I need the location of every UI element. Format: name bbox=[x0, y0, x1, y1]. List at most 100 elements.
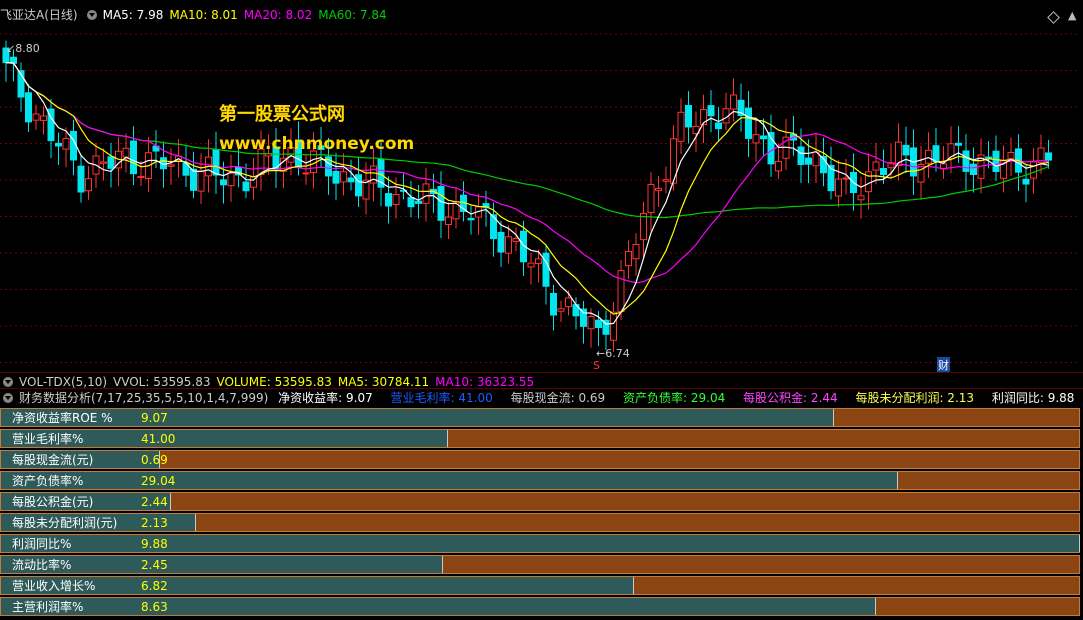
metric-row: 流动比率% 2.45 bbox=[0, 555, 1080, 574]
metric-value: 41.00 bbox=[141, 432, 176, 446]
candle-body bbox=[25, 92, 32, 123]
candle-body bbox=[340, 171, 347, 183]
candle-body bbox=[955, 142, 962, 146]
candle-body bbox=[640, 212, 647, 241]
candle-body bbox=[227, 172, 235, 187]
candle-body bbox=[647, 184, 655, 214]
vvol-label: VVOL: 53595.83 bbox=[113, 375, 211, 389]
ma20-label: MA20: 8.02 bbox=[243, 8, 313, 22]
stock-name[interactable]: 飞亚达A bbox=[0, 8, 44, 22]
candle-body bbox=[985, 156, 992, 159]
candle-body bbox=[932, 145, 940, 162]
candle-body bbox=[535, 258, 542, 265]
candle-body bbox=[385, 193, 392, 207]
candle-body bbox=[197, 170, 205, 192]
metric-row: 主营利润率% 8.63 bbox=[0, 597, 1080, 616]
candle-body bbox=[595, 319, 602, 328]
s-marker[interactable]: S bbox=[593, 359, 600, 372]
candle-body bbox=[62, 137, 70, 150]
candle-body bbox=[970, 163, 977, 175]
metric-fill bbox=[1, 577, 634, 594]
candle-body bbox=[677, 111, 685, 142]
candle-body bbox=[1022, 178, 1030, 185]
ma5-label: MA5: 7.98 bbox=[102, 8, 164, 22]
up-arrow-icon[interactable]: ▲ bbox=[1068, 9, 1076, 22]
metric-label: 营业收入增长% bbox=[12, 579, 96, 593]
metric-value: 0.69 bbox=[141, 453, 168, 467]
fin-item: 每股公积金: 2.44 bbox=[743, 391, 838, 405]
ma60-line bbox=[5, 62, 1049, 219]
candle-body bbox=[587, 316, 595, 330]
candle-body bbox=[505, 236, 512, 254]
candle-body bbox=[122, 147, 130, 158]
vol-name[interactable]: VOL-TDX(5,10) bbox=[19, 375, 107, 389]
metric-value: 9.88 bbox=[141, 537, 168, 551]
metric-row: 资产负债率% 29.04 bbox=[0, 471, 1080, 490]
metric-label: 资产负债率% bbox=[12, 474, 84, 488]
candle-body bbox=[707, 105, 715, 117]
metric-label: 每股未分配利润(元) bbox=[12, 516, 118, 530]
candle-body bbox=[437, 185, 445, 221]
candle-body bbox=[857, 195, 865, 201]
candle-body bbox=[872, 161, 880, 171]
fin-item: 每股现金流: 0.69 bbox=[510, 391, 606, 405]
candle-body bbox=[467, 217, 475, 221]
candle-body bbox=[40, 115, 47, 121]
metric-label: 利润同比% bbox=[12, 537, 72, 551]
metric-row: 利润同比% 9.88 bbox=[0, 534, 1080, 553]
vol-ma10-label: MA10: 36323.55 bbox=[435, 375, 535, 389]
candle-body bbox=[355, 174, 362, 197]
metric-label: 主营利润率% bbox=[12, 600, 84, 614]
metric-value: 2.45 bbox=[141, 558, 168, 572]
candle-body bbox=[407, 197, 415, 208]
dropdown-icon[interactable] bbox=[3, 393, 13, 403]
metric-value: 2.44 bbox=[141, 495, 168, 509]
candle-body bbox=[662, 179, 670, 182]
candle-body bbox=[347, 177, 355, 183]
candle-body bbox=[580, 308, 587, 327]
period-label[interactable]: (日线) bbox=[44, 8, 77, 22]
price-header: 飞亚达A(日线) MA5: 7.98 MA10: 8.01 MA20: 8.02 MA6… bbox=[0, 6, 393, 24]
candle-body bbox=[835, 178, 842, 197]
candle-body bbox=[610, 311, 617, 341]
candle-body bbox=[445, 216, 452, 226]
candle-body bbox=[565, 297, 572, 308]
metric-fill bbox=[1, 409, 835, 426]
candle-body bbox=[992, 150, 1000, 173]
fin-item: 营业毛利率: 41.00 bbox=[390, 391, 493, 405]
candle-body bbox=[32, 113, 40, 121]
metric-value: 9.07 bbox=[141, 411, 168, 425]
candle-body bbox=[242, 181, 250, 192]
metric-row: 每股现金流(元) 0.69 bbox=[0, 450, 1080, 469]
ma60-label: MA60: 7.84 bbox=[318, 8, 387, 22]
dropdown-icon[interactable] bbox=[86, 10, 97, 20]
candle-body bbox=[775, 160, 782, 172]
fin-name[interactable]: 财务数据分析(7,17,25,35,5,5,10,1,4,7,999) bbox=[19, 391, 268, 405]
metric-fill bbox=[1, 598, 877, 615]
watermark-title: 第一股票公式网 bbox=[219, 104, 345, 125]
candle-body bbox=[497, 231, 505, 253]
candle-body bbox=[550, 292, 557, 316]
candle-body bbox=[760, 135, 767, 140]
price-chart[interactable] bbox=[0, 0, 1083, 372]
candle-body bbox=[715, 122, 722, 130]
ma10-line bbox=[5, 62, 1049, 315]
cai-marker[interactable]: 财 bbox=[937, 357, 950, 373]
dropdown-icon[interactable] bbox=[3, 377, 13, 387]
metric-label: 每股现金流(元) bbox=[12, 453, 94, 467]
metric-value: 6.82 bbox=[141, 579, 168, 593]
candle-body bbox=[302, 172, 310, 175]
candle-body bbox=[745, 107, 752, 139]
candle-body bbox=[685, 105, 692, 128]
candle-body bbox=[527, 262, 535, 268]
metric-row: 营业毛利率% 41.00 bbox=[0, 429, 1080, 448]
candle-body bbox=[332, 170, 340, 184]
candle-body bbox=[1030, 161, 1037, 179]
candle-body bbox=[100, 161, 107, 164]
candle-body bbox=[85, 178, 92, 192]
metric-label: 流动比率% bbox=[12, 558, 72, 572]
candle-body bbox=[190, 168, 197, 191]
candle-body bbox=[625, 250, 632, 267]
metric-bars: 净资收益率ROE % 9.07 营业毛利率% 41.00 每股现金流(元) 0.69 … bbox=[0, 408, 1083, 620]
fin-item: 利润同比: 9.88 bbox=[991, 391, 1075, 405]
